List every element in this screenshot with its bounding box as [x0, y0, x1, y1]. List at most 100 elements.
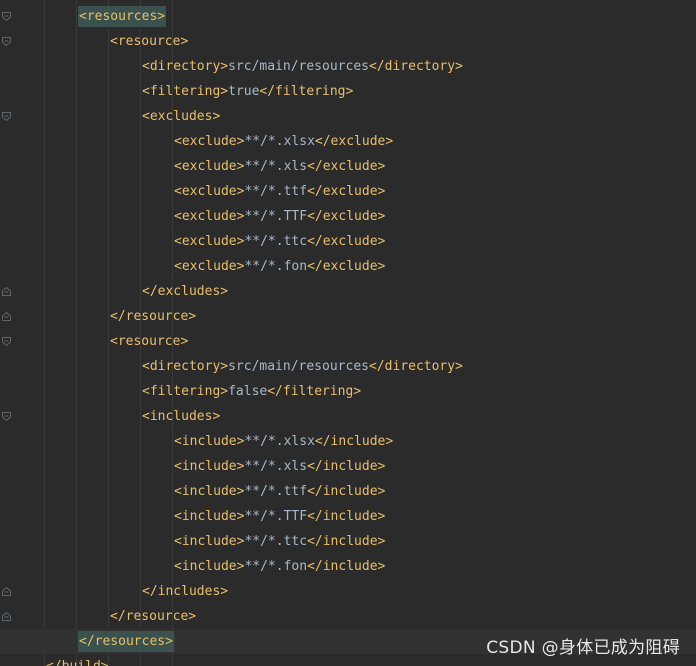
xml-text: src/main/resources: [228, 59, 369, 74]
xml-open-tag: </resources>: [78, 631, 174, 652]
code-content: <resource>: [110, 29, 188, 54]
xml-text: **/*.xlsx: [244, 134, 315, 149]
xml-close-tag: </include>: [307, 509, 386, 524]
xml-open-tag: <include>: [174, 559, 245, 574]
xml-open-tag: <exclude>: [174, 234, 245, 249]
xml-text: **/*.xlsx: [244, 434, 315, 449]
code-content: <include>**/*.ttf</include>: [174, 479, 385, 504]
code-content: <include>**/*.fon</include>: [174, 554, 385, 579]
code-content: <exclude>**/*.TTF</exclude>: [174, 204, 385, 229]
xml-open-tag: <resource>: [110, 334, 189, 349]
code-line[interactable]: <directory>src/main/resources</directory…: [0, 54, 696, 79]
code-content: <resource>: [110, 329, 188, 354]
code-content: <exclude>**/*.xls</exclude>: [174, 154, 385, 179]
code-line[interactable]: <include>**/*.ttf</include>: [0, 479, 696, 504]
code-line[interactable]: <include>**/*.xls</include>: [0, 454, 696, 479]
code-content: </resource>: [110, 604, 196, 629]
code-line[interactable]: <directory>src/main/resources</directory…: [0, 354, 696, 379]
code-line[interactable]: </excludes>: [0, 279, 696, 304]
code-line[interactable]: <include>**/*.fon</include>: [0, 554, 696, 579]
code-line[interactable]: <exclude>**/*.TTF</exclude>: [0, 204, 696, 229]
code-line[interactable]: <exclude>**/*.xls</exclude>: [0, 154, 696, 179]
xml-open-tag: <includes>: [142, 409, 221, 424]
xml-open-tag: <include>: [174, 434, 245, 449]
code-content: <filtering>false</filtering>: [142, 379, 361, 404]
code-content: </excludes>: [142, 279, 228, 304]
xml-open-tag: <exclude>: [174, 184, 245, 199]
code-content: <filtering>true</filtering>: [142, 79, 353, 104]
code-line[interactable]: </resource>: [0, 304, 696, 329]
code-line[interactable]: <filtering>true</filtering>: [0, 79, 696, 104]
code-content: <include>**/*.xlsx</include>: [174, 429, 393, 454]
watermark-text: CSDN @身体已成为阻碍: [486, 638, 680, 658]
xml-open-tag: </excludes>: [142, 284, 229, 299]
code-line[interactable]: </includes>: [0, 579, 696, 604]
code-line[interactable]: <exclude>**/*.xlsx</exclude>: [0, 129, 696, 154]
code-line[interactable]: <excludes>: [0, 104, 696, 129]
xml-text: **/*.ttc: [244, 234, 308, 249]
xml-close-tag: </directory>: [368, 359, 463, 374]
code-line[interactable]: <resources>: [0, 4, 696, 29]
code-line[interactable]: <include>**/*.ttc</include>: [0, 529, 696, 554]
xml-open-tag: </build>: [46, 659, 109, 666]
code-line[interactable]: <filtering>false</filtering>: [0, 379, 696, 404]
xml-text: true: [228, 84, 260, 99]
xml-open-tag: <excludes>: [142, 109, 221, 124]
code-content: </resources>: [78, 629, 174, 654]
code-content: <exclude>**/*.ttc</exclude>: [174, 229, 385, 254]
xml-open-tag: <exclude>: [174, 134, 245, 149]
xml-open-tag: <directory>: [142, 59, 229, 74]
code-content: </build>: [46, 654, 109, 666]
code-line[interactable]: <resource>: [0, 329, 696, 354]
code-line[interactable]: </resource>: [0, 604, 696, 629]
xml-text: **/*.TTF: [244, 209, 308, 224]
code-content: <exclude>**/*.ttf</exclude>: [174, 179, 385, 204]
xml-open-tag: <exclude>: [174, 209, 245, 224]
xml-open-tag: <directory>: [142, 359, 229, 374]
xml-close-tag: </directory>: [368, 59, 463, 74]
xml-text: **/*.ttf: [244, 484, 308, 499]
xml-close-tag: </include>: [307, 534, 386, 549]
xml-close-tag: </filtering>: [267, 384, 362, 399]
xml-open-tag: <resource>: [110, 34, 189, 49]
xml-text: false: [228, 384, 268, 399]
code-content: </includes>: [142, 579, 228, 604]
code-line[interactable]: <exclude>**/*.fon</exclude>: [0, 254, 696, 279]
code-line[interactable]: <exclude>**/*.ttf</exclude>: [0, 179, 696, 204]
xml-close-tag: </include>: [307, 484, 386, 499]
code-line[interactable]: <resource>: [0, 29, 696, 54]
xml-text: **/*.TTF: [244, 509, 308, 524]
xml-close-tag: </include>: [314, 434, 394, 449]
code-content: <directory>src/main/resources</directory…: [142, 354, 463, 379]
xml-close-tag: </include>: [307, 559, 386, 574]
code-line[interactable]: <exclude>**/*.ttc</exclude>: [0, 229, 696, 254]
code-content: <exclude>**/*.fon</exclude>: [174, 254, 385, 279]
code-content: <include>**/*.TTF</include>: [174, 504, 385, 529]
code-line[interactable]: <includes>: [0, 404, 696, 429]
xml-open-tag: </includes>: [142, 584, 229, 599]
code-content: </resource>: [110, 304, 196, 329]
xml-close-tag: </exclude>: [307, 259, 386, 274]
code-content: <exclude>**/*.xlsx</exclude>: [174, 129, 393, 154]
xml-text: **/*.xls: [244, 159, 308, 174]
code-line[interactable]: <include>**/*.TTF</include>: [0, 504, 696, 529]
code-content: <include>**/*.ttc</include>: [174, 529, 385, 554]
xml-open-tag: <include>: [174, 459, 245, 474]
xml-open-tag: <include>: [174, 534, 245, 549]
code-content: <includes>: [142, 404, 220, 429]
xml-open-tag: </resource>: [110, 609, 197, 624]
code-editor[interactable]: <resources> <resource> <directory>src/main…: [0, 0, 696, 666]
xml-open-tag: <exclude>: [174, 259, 245, 274]
xml-close-tag: </exclude>: [307, 159, 386, 174]
code-content: <excludes>: [142, 104, 220, 129]
xml-close-tag: </exclude>: [307, 209, 386, 224]
code-content: <directory>src/main/resources</directory…: [142, 54, 463, 79]
code-line[interactable]: <include>**/*.xlsx</include>: [0, 429, 696, 454]
xml-text: **/*.xls: [244, 459, 308, 474]
xml-text: **/*.fon: [244, 559, 308, 574]
xml-close-tag: </exclude>: [314, 134, 394, 149]
xml-text: **/*.ttf: [244, 184, 308, 199]
xml-close-tag: </exclude>: [307, 184, 386, 199]
xml-text: **/*.fon: [244, 259, 308, 274]
xml-close-tag: </exclude>: [307, 234, 386, 249]
